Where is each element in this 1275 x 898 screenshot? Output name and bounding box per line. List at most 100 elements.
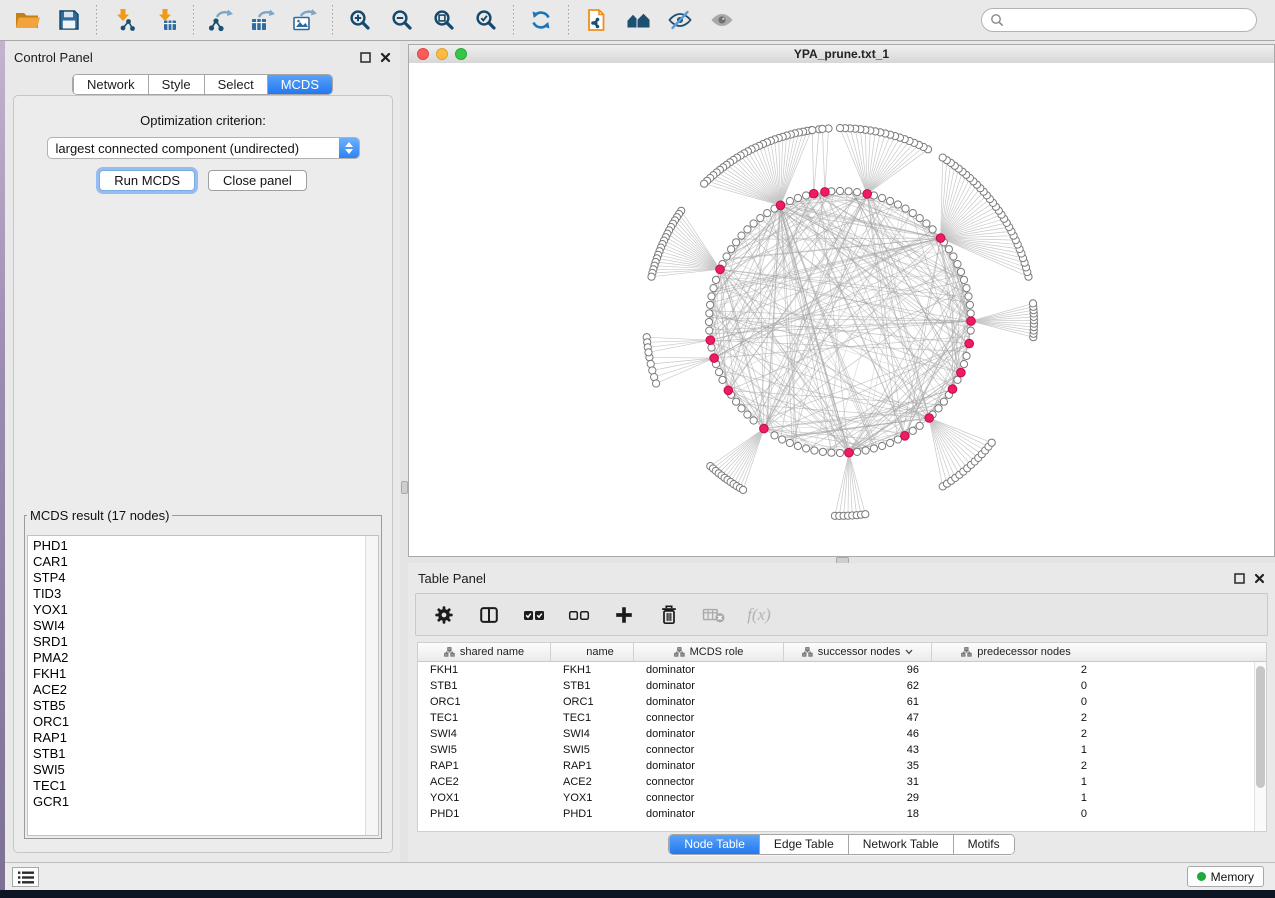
splitter-handle[interactable]	[401, 481, 408, 494]
cell-shared-name[interactable]: ORC1	[418, 694, 551, 710]
cell-successor-nodes[interactable]: 46	[784, 726, 932, 742]
zoom-in-button[interactable]	[341, 2, 379, 38]
cell-name[interactable]: PHD1	[551, 806, 634, 822]
close-panel-button[interactable]: Close panel	[208, 170, 307, 191]
network-graph[interactable]	[409, 63, 1274, 556]
cell-shared-name[interactable]: STB1	[418, 678, 551, 694]
mcds-result-item[interactable]: PHD1	[33, 538, 378, 554]
mcds-result-item[interactable]: SRD1	[33, 634, 378, 650]
table-settings-button[interactable]	[430, 600, 458, 630]
table-row[interactable]: STB1 STB1 dominator 62 0	[418, 678, 1266, 694]
float-panel-icon[interactable]	[1233, 572, 1246, 585]
table-row[interactable]: PHD1 PHD1 dominator 18 0	[418, 806, 1266, 822]
mcds-result-item[interactable]: CAR1	[33, 554, 378, 570]
cell-name[interactable]: SWI4	[551, 726, 634, 742]
cell-mcds-role[interactable]: dominator	[634, 662, 784, 678]
select-all-columns-button[interactable]	[520, 600, 548, 630]
table-tab[interactable]: Motifs	[953, 835, 1014, 854]
table-row[interactable]: ACE2 ACE2 connector 31 1	[418, 774, 1266, 790]
mcds-result-item[interactable]: PMA2	[33, 650, 378, 666]
open-session-button[interactable]	[8, 2, 46, 38]
network-canvas[interactable]	[409, 63, 1274, 556]
table-tab[interactable]: Edge Table	[759, 835, 848, 854]
cell-mcds-role[interactable]: dominator	[634, 806, 784, 822]
cell-shared-name[interactable]: PHD1	[418, 806, 551, 822]
table-tab[interactable]: Network Table	[848, 835, 953, 854]
cell-successor-nodes[interactable]: 35	[784, 758, 932, 774]
column-header[interactable]: name	[551, 643, 634, 661]
mcds-result-item[interactable]: YOX1	[33, 602, 378, 618]
cell-shared-name[interactable]: RAP1	[418, 758, 551, 774]
column-header[interactable]: successor nodes	[784, 643, 932, 661]
cell-name[interactable]: FKH1	[551, 662, 634, 678]
cell-shared-name[interactable]: TEC1	[418, 710, 551, 726]
mcds-result-item[interactable]: STB1	[33, 746, 378, 762]
show-column-panel-button[interactable]	[475, 600, 503, 630]
control-panel-tab[interactable]: Network	[73, 75, 148, 94]
mcds-result-item[interactable]: ACE2	[33, 682, 378, 698]
cell-predecessor-nodes[interactable]: 0	[932, 806, 1100, 822]
cell-mcds-role[interactable]: connector	[634, 742, 784, 758]
mcds-result-item[interactable]: STB5	[33, 698, 378, 714]
cell-successor-nodes[interactable]: 61	[784, 694, 932, 710]
cell-predecessor-nodes[interactable]: 1	[932, 742, 1100, 758]
refresh-button[interactable]	[522, 2, 560, 38]
cell-name[interactable]: RAP1	[551, 758, 634, 774]
column-header[interactable]: shared name	[418, 643, 551, 661]
table-tab[interactable]: Node Table	[669, 835, 759, 854]
memory-button[interactable]: Memory	[1187, 866, 1264, 887]
cell-shared-name[interactable]: FKH1	[418, 662, 551, 678]
cell-successor-nodes[interactable]: 43	[784, 742, 932, 758]
cell-predecessor-nodes[interactable]: 1	[932, 774, 1100, 790]
minimize-window-icon[interactable]	[436, 48, 448, 60]
mcds-result-item[interactable]: FKH1	[33, 666, 378, 682]
network-window-titlebar[interactable]: YPA_prune.txt_1	[409, 45, 1274, 64]
cell-mcds-role[interactable]: dominator	[634, 678, 784, 694]
zoom-out-button[interactable]	[383, 2, 421, 38]
cell-predecessor-nodes[interactable]: 1	[932, 790, 1100, 806]
cell-shared-name[interactable]: YOX1	[418, 790, 551, 806]
table-row[interactable]: YOX1 YOX1 connector 29 1	[418, 790, 1266, 806]
mcds-result-item[interactable]: SWI5	[33, 762, 378, 778]
scrollbar-thumb[interactable]	[1256, 666, 1265, 788]
control-panel-tab[interactable]: Style	[148, 75, 204, 94]
cell-shared-name[interactable]: SWI5	[418, 742, 551, 758]
cell-predecessor-nodes[interactable]: 0	[932, 694, 1100, 710]
column-header[interactable]: predecessor nodes	[932, 643, 1100, 661]
cell-shared-name[interactable]: SWI4	[418, 726, 551, 742]
session-share-button[interactable]	[577, 2, 615, 38]
cell-mcds-role[interactable]: connector	[634, 774, 784, 790]
import-network-button[interactable]	[105, 2, 143, 38]
cell-name[interactable]: YOX1	[551, 790, 634, 806]
cell-mcds-role[interactable]: dominator	[634, 694, 784, 710]
function-builder-button[interactable]: f(x)	[745, 600, 773, 630]
export-table-button[interactable]	[244, 2, 282, 38]
table-row[interactable]: ORC1 ORC1 dominator 61 0	[418, 694, 1266, 710]
hide-panel-button[interactable]	[661, 2, 699, 38]
cell-name[interactable]: ORC1	[551, 694, 634, 710]
mcds-result-item[interactable]: ORC1	[33, 714, 378, 730]
table-row[interactable]: SWI4 SWI4 dominator 46 2	[418, 726, 1266, 742]
mcds-result-item[interactable]: TEC1	[33, 778, 378, 794]
cell-predecessor-nodes[interactable]: 2	[932, 726, 1100, 742]
import-table-button[interactable]	[147, 2, 185, 38]
mcds-result-item[interactable]: STP4	[33, 570, 378, 586]
cell-name[interactable]: TEC1	[551, 710, 634, 726]
cell-mcds-role[interactable]: connector	[634, 790, 784, 806]
mcds-result-item[interactable]: RAP1	[33, 730, 378, 746]
deselect-all-columns-button[interactable]	[565, 600, 593, 630]
mcds-result-item[interactable]: GCR1	[33, 794, 378, 810]
cell-mcds-role[interactable]: connector	[634, 710, 784, 726]
cell-successor-nodes[interactable]: 18	[784, 806, 932, 822]
maximize-window-icon[interactable]	[455, 48, 467, 60]
vertical-splitter[interactable]	[400, 41, 408, 862]
run-mcds-button[interactable]: Run MCDS	[99, 170, 195, 191]
show-panel-button[interactable]	[703, 2, 741, 38]
cell-predecessor-nodes[interactable]: 0	[932, 678, 1100, 694]
cell-mcds-role[interactable]: dominator	[634, 758, 784, 774]
zoom-selected-button[interactable]	[467, 2, 505, 38]
export-network-button[interactable]	[202, 2, 240, 38]
table-row[interactable]: RAP1 RAP1 dominator 35 2	[418, 758, 1266, 774]
save-session-button[interactable]	[50, 2, 88, 38]
mcds-result-item[interactable]: TID3	[33, 586, 378, 602]
